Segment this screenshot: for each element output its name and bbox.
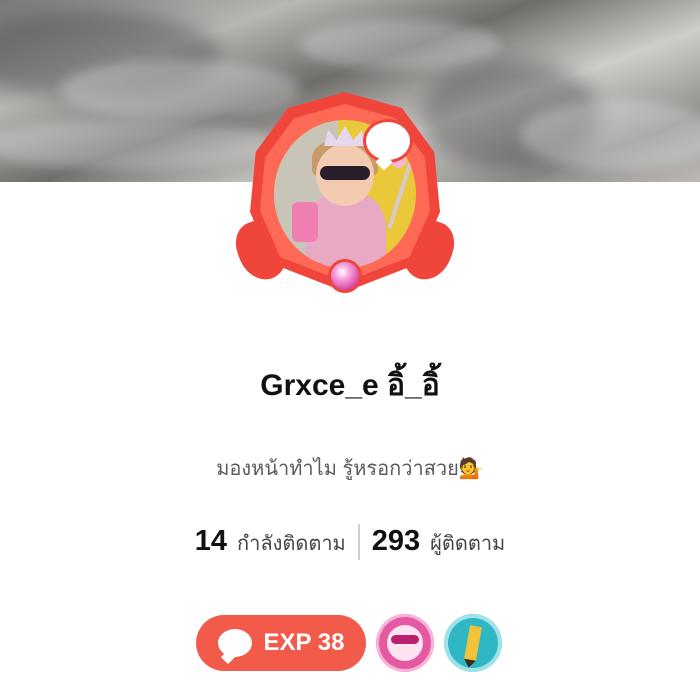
followers-stat[interactable]: 293 ผู้ติดตาม [360,525,518,559]
following-count: 14 [194,525,227,557]
sunglasses-face-icon [387,625,423,661]
sunglasses-face-badge[interactable] [376,614,434,672]
exp-label: EXP 38 [263,629,345,656]
gem-icon [331,262,359,290]
followers-label: ผู้ติดตาม [430,533,506,555]
chat-bubble-icon [366,122,410,160]
pencil-badge[interactable] [444,614,502,672]
followers-count: 293 [371,525,421,557]
pencil-icon [464,625,482,661]
profile-avatar[interactable] [229,92,461,306]
following-stat[interactable]: 14 กำลังติดตาม [183,525,358,559]
exp-badge[interactable]: EXP 38 [196,615,366,671]
profile-bio: มองหน้าทำไม รู้หรอกว่าสวย💁 [216,458,484,480]
profile-stats: 14 กำลังติดตาม 293 ผู้ติดตาม [0,524,700,560]
badges-row: EXP 38 [196,614,502,672]
following-label: กำลังติดตาม [237,533,346,555]
chat-bubble-icon [217,629,252,657]
profile-username: Grxce_e อิ้_อิ้ [260,369,440,402]
